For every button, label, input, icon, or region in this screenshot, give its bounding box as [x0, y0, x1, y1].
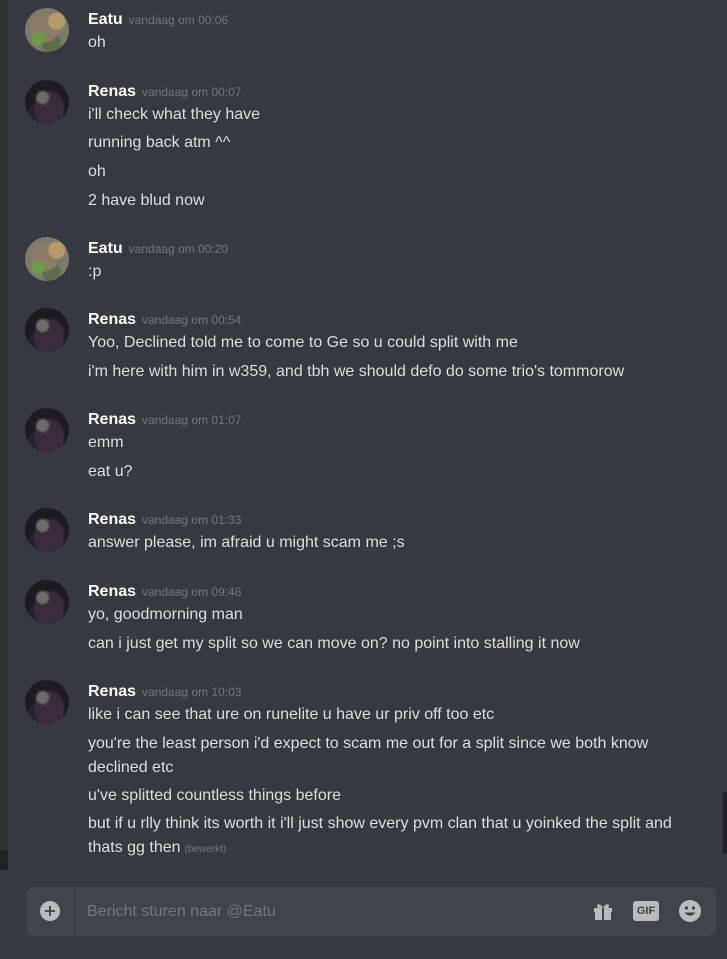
- timestamp: vandaag om 00:07: [142, 85, 242, 99]
- timestamp: vandaag om 01:07: [142, 413, 242, 427]
- message-header: Renas vandaag om 00:54: [88, 309, 241, 331]
- username[interactable]: Eatu: [88, 240, 123, 257]
- message-text: 2 have blud now: [88, 192, 205, 209]
- message-text: oh: [88, 163, 106, 180]
- username[interactable]: Renas: [88, 83, 136, 100]
- avatar[interactable]: [25, 237, 69, 281]
- message-text: emm: [88, 434, 124, 451]
- username[interactable]: Eatu: [88, 11, 123, 28]
- message-text: Yoo, Declined told me to come to Ge so u…: [88, 334, 518, 351]
- message-text-content: but if u rlly think its worth it i'll ju…: [88, 815, 672, 856]
- username[interactable]: Renas: [88, 411, 136, 428]
- message-text: you're the least person i'd expect to sc…: [88, 735, 649, 776]
- message-header: Renas vandaag om 10:03: [88, 681, 241, 703]
- composer-area: + GIF: [0, 870, 727, 959]
- message-text: i'll check what they have: [88, 106, 261, 123]
- timestamp: vandaag om 09:48: [142, 585, 242, 599]
- message-header: Eatu vandaag om 00:20: [88, 238, 228, 260]
- username[interactable]: Renas: [88, 583, 136, 600]
- avatar[interactable]: [25, 308, 69, 352]
- message-header: Renas vandaag om 01:33: [88, 509, 241, 531]
- message-text: i'm here with him in w359, and tbh we sh…: [88, 363, 625, 380]
- message-header: Renas vandaag om 01:07: [88, 409, 241, 431]
- message-text: eat u?: [88, 463, 133, 480]
- avatar[interactable]: [25, 80, 69, 124]
- smiley-icon[interactable]: [678, 899, 702, 923]
- message-text: :p: [88, 263, 102, 280]
- timestamp: vandaag om 00:54: [142, 313, 242, 327]
- message-text: running back atm ^^: [88, 134, 231, 151]
- message-header: Renas vandaag om 00:07: [88, 81, 241, 103]
- username[interactable]: Renas: [88, 683, 136, 700]
- message-text: yo, goodmorning man: [88, 606, 243, 623]
- avatar[interactable]: [25, 408, 69, 452]
- scrollbar-thumb[interactable]: [723, 792, 727, 854]
- avatar[interactable]: [25, 580, 69, 624]
- message-text: answer please, im afraid u might scam me…: [88, 534, 405, 551]
- gif-button[interactable]: GIF: [633, 901, 659, 921]
- gift-icon[interactable]: [591, 899, 615, 923]
- message-text: can i just get my split so we can move o…: [88, 635, 580, 652]
- avatar[interactable]: [25, 680, 69, 724]
- message-list[interactable]: Eatu vandaag om 00:06 oh Renas vandaag om …: [0, 0, 727, 870]
- timestamp: vandaag om 01:33: [142, 513, 242, 527]
- username[interactable]: Renas: [88, 311, 136, 328]
- username[interactable]: Renas: [88, 511, 136, 528]
- timestamp: vandaag om 10:03: [142, 685, 242, 699]
- composer-divider: [74, 887, 75, 936]
- timestamp: vandaag om 00:06: [128, 13, 229, 27]
- message-text: like i can see that ure on runelite u ha…: [88, 706, 495, 723]
- plus-circle-icon[interactable]: +: [40, 901, 60, 921]
- message-text: u've splitted countless things before: [88, 787, 341, 804]
- edited-label: (bewerkt): [184, 844, 227, 855]
- message-composer: + GIF: [26, 887, 716, 936]
- message-header: Renas vandaag om 09:48: [88, 581, 241, 603]
- message-header: Eatu vandaag om 00:06: [88, 9, 228, 31]
- message-input[interactable]: [87, 899, 567, 924]
- message-text: oh: [88, 34, 106, 51]
- message-text: but if u rlly think its worth it i'll ju…: [88, 812, 708, 862]
- avatar[interactable]: [25, 8, 69, 52]
- avatar[interactable]: [25, 508, 69, 552]
- timestamp: vandaag om 00:20: [128, 242, 229, 256]
